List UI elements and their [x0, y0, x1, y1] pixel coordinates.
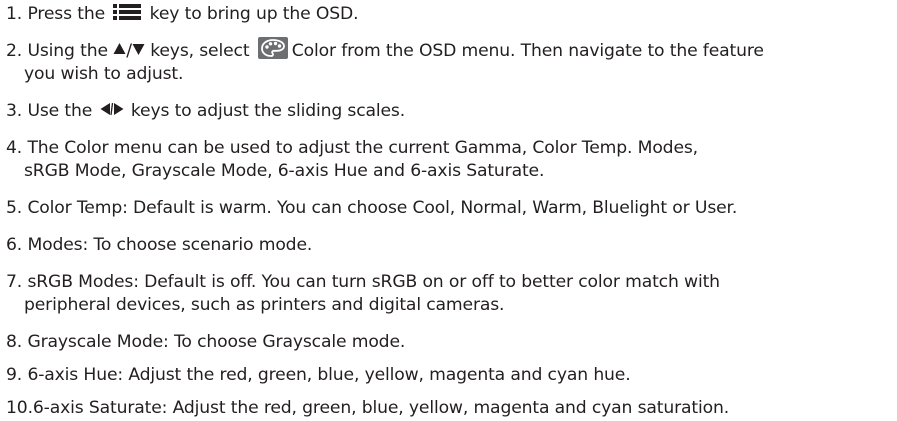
list-item: 5. Color Temp: Default is warm. You can … — [6, 197, 737, 220]
list-item: 9. 6-axis Hue: Adjust the red, green, bl… — [6, 364, 631, 387]
list-item: 8. Grayscale Mode: To choose Grayscale m… — [6, 331, 405, 354]
step-text: Using the — [27, 41, 108, 61]
step-number: 7. — [6, 272, 23, 292]
step-number: 4. — [6, 138, 23, 158]
right-arrow-icon — [113, 103, 123, 115]
step-text: Press the — [27, 4, 105, 24]
list-menu-icon — [113, 4, 142, 20]
step-text: keys to adjust the sliding scales. — [130, 101, 406, 121]
step-text: Color from the OSD menu. Then navigate t… — [291, 41, 764, 61]
step-text: 6-axis Saturate: Adjust the red, green, … — [32, 398, 730, 418]
step-number: 2. — [6, 41, 23, 61]
color-palette-icon — [257, 37, 288, 59]
list-item: 2. Using the / keys, select Color from t… — [6, 37, 764, 63]
list-item: 7. sRGB Modes: Default is off. You can t… — [6, 271, 720, 294]
list-item: 10.6-axis Saturate: Adjust the red, gree… — [6, 397, 729, 420]
step-text: The Color menu can be used to adjust the… — [27, 138, 698, 158]
step-text: Use the — [27, 101, 93, 121]
step-text: key to bring up the OSD. — [149, 4, 359, 24]
list-item: 1. Press the key to bring up the OSD. — [6, 3, 359, 26]
step-number: 6. — [6, 235, 23, 255]
step-text: keys, select — [150, 41, 250, 61]
step-number: 5. — [6, 198, 23, 218]
list-item-continuation: sRGB Mode, Grayscale Mode, 6-axis Hue an… — [24, 161, 545, 181]
list-item-continuation: peripheral devices, such as printers and… — [24, 295, 505, 315]
list-item-continuation: you wish to adjust. — [24, 64, 184, 84]
step-number: 9. — [6, 365, 23, 385]
step-number: 8. — [6, 332, 23, 352]
step-text: sRGB Modes: Default is off. You can turn… — [27, 272, 720, 292]
step-number: 10. — [6, 398, 33, 418]
up-arrow-icon — [113, 43, 126, 54]
step-text: Modes: To choose scenario mode. — [27, 235, 313, 255]
step-number: 1. — [6, 4, 23, 24]
list-item: 3. Use the keys to adjust the sliding sc… — [6, 100, 405, 123]
step-text: Color Temp: Default is warm. You can cho… — [27, 198, 738, 218]
step-text: 6-axis Hue: Adjust the red, green, blue,… — [27, 365, 631, 385]
list-item: 4. The Color menu can be used to adjust … — [6, 137, 698, 160]
step-number: 3. — [6, 101, 23, 121]
down-arrow-icon — [132, 44, 145, 55]
list-item: 6. Modes: To choose scenario mode. — [6, 234, 312, 257]
step-text: Grayscale Mode: To choose Grayscale mode… — [27, 332, 406, 352]
left-arrow-icon — [100, 102, 123, 116]
